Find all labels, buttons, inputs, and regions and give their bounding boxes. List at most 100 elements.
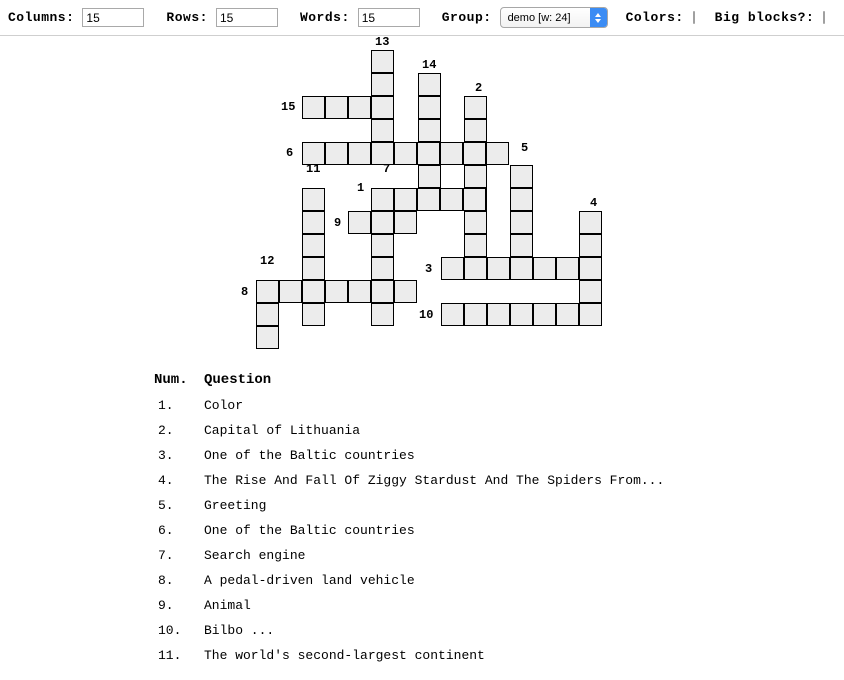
clue-row: 6. One of the Baltic countries bbox=[0, 523, 844, 548]
grid-cell[interactable] bbox=[418, 73, 441, 96]
grid-cell[interactable] bbox=[302, 257, 325, 280]
chevron-updown-icon[interactable] bbox=[589, 8, 607, 27]
grid-cell[interactable] bbox=[418, 165, 441, 188]
grid-cell[interactable] bbox=[440, 188, 463, 211]
grid-cell[interactable] bbox=[325, 280, 348, 303]
grid-cell[interactable] bbox=[394, 142, 417, 165]
grid-cell[interactable] bbox=[418, 96, 441, 119]
colors-checkbox[interactable] bbox=[692, 11, 695, 24]
grid-cell[interactable] bbox=[371, 73, 394, 96]
grid-cell[interactable] bbox=[256, 326, 279, 349]
colors-label: Colors: bbox=[625, 10, 684, 25]
clue-row: 2. Capital of Lithuania bbox=[0, 423, 844, 448]
grid-cell[interactable] bbox=[510, 257, 533, 280]
clue-number: 10. bbox=[158, 623, 182, 638]
grid-clue-number: 2 bbox=[475, 81, 483, 95]
grid-cell[interactable] bbox=[487, 303, 510, 326]
grid-cell[interactable] bbox=[348, 280, 371, 303]
grid-cell[interactable] bbox=[579, 280, 602, 303]
grid-cell[interactable] bbox=[371, 119, 394, 142]
grid-clue-number: 5 bbox=[521, 141, 529, 155]
grid-cell[interactable] bbox=[371, 234, 394, 257]
grid-cell[interactable] bbox=[371, 96, 394, 119]
group-label: Group: bbox=[441, 10, 492, 25]
grid-cell[interactable] bbox=[302, 303, 325, 326]
grid-cell[interactable] bbox=[394, 211, 417, 234]
grid-cell[interactable] bbox=[394, 188, 417, 211]
grid-cell[interactable] bbox=[510, 165, 533, 188]
settings-toolbar: Columns: Rows: Words: Group: demo [w: 24… bbox=[0, 0, 844, 36]
grid-cell[interactable] bbox=[464, 96, 487, 119]
grid-cell[interactable] bbox=[417, 188, 440, 211]
grid-clue-number: 3 bbox=[425, 262, 433, 276]
grid-cell[interactable] bbox=[464, 303, 487, 326]
grid-cell[interactable] bbox=[510, 211, 533, 234]
grid-cell[interactable] bbox=[441, 303, 464, 326]
grid-cell[interactable] bbox=[463, 142, 486, 165]
grid-cell[interactable] bbox=[464, 234, 487, 257]
grid-cell[interactable] bbox=[579, 303, 602, 326]
grid-cell[interactable] bbox=[418, 119, 441, 142]
clue-number: 6. bbox=[158, 523, 174, 538]
columns-input[interactable] bbox=[82, 8, 145, 27]
grid-clue-number: 9 bbox=[334, 216, 342, 230]
clue-number: 9. bbox=[158, 598, 174, 613]
grid-cell[interactable] bbox=[579, 234, 602, 257]
grid-clue-number: 14 bbox=[422, 58, 437, 72]
grid-cell[interactable] bbox=[348, 142, 371, 165]
grid-cell[interactable] bbox=[325, 96, 348, 119]
grid-cell[interactable] bbox=[256, 280, 279, 303]
grid-cell[interactable] bbox=[371, 257, 394, 280]
grid-cell[interactable] bbox=[440, 142, 463, 165]
grid-cell[interactable] bbox=[510, 188, 533, 211]
grid-cell[interactable] bbox=[325, 142, 348, 165]
grid-cell[interactable] bbox=[579, 257, 602, 280]
grid-cell[interactable] bbox=[464, 257, 487, 280]
grid-cell[interactable] bbox=[394, 280, 417, 303]
grid-cell[interactable] bbox=[463, 188, 486, 211]
grid-cell[interactable] bbox=[464, 211, 487, 234]
grid-cell[interactable] bbox=[464, 119, 487, 142]
grid-clue-number: 4 bbox=[590, 196, 598, 210]
grid-cell[interactable] bbox=[302, 96, 325, 119]
grid-cell[interactable] bbox=[371, 188, 394, 211]
clue-number: 4. bbox=[158, 473, 174, 488]
group-select[interactable]: demo [w: 24] bbox=[499, 7, 608, 28]
grid-cell[interactable] bbox=[371, 50, 394, 73]
grid-cell[interactable] bbox=[486, 142, 509, 165]
grid-cell[interactable] bbox=[371, 280, 394, 303]
grid-cell[interactable] bbox=[556, 257, 579, 280]
grid-cell[interactable] bbox=[464, 165, 487, 188]
grid-cell[interactable] bbox=[256, 303, 279, 326]
grid-cell[interactable] bbox=[533, 257, 556, 280]
clue-row: 4. The Rise And Fall Of Ziggy Stardust An… bbox=[0, 473, 844, 498]
grid-cell[interactable] bbox=[348, 96, 371, 119]
clue-text: Bilbo ... bbox=[204, 623, 275, 638]
grid-cell[interactable] bbox=[556, 303, 579, 326]
grid-cell[interactable] bbox=[371, 211, 394, 234]
grid-cell[interactable] bbox=[302, 280, 325, 303]
clue-list-header: Num. Question bbox=[0, 372, 844, 398]
clue-row: 5. Greeting bbox=[0, 498, 844, 523]
grid-cell[interactable] bbox=[487, 257, 510, 280]
grid-cell[interactable] bbox=[302, 234, 325, 257]
grid-cell[interactable] bbox=[348, 211, 371, 234]
grid-cell[interactable] bbox=[371, 303, 394, 326]
grid-cell[interactable] bbox=[510, 234, 533, 257]
big-blocks-checkbox[interactable] bbox=[823, 11, 826, 24]
grid-cell[interactable] bbox=[510, 303, 533, 326]
grid-cell[interactable] bbox=[417, 142, 440, 165]
grid-cell[interactable] bbox=[302, 211, 325, 234]
grid-cell[interactable] bbox=[579, 211, 602, 234]
rows-input[interactable] bbox=[215, 8, 278, 27]
grid-cell[interactable] bbox=[441, 257, 464, 280]
clue-row: 11. The world's second-largest continent bbox=[0, 648, 844, 673]
clue-number: 2. bbox=[158, 423, 174, 438]
grid-cell[interactable] bbox=[302, 188, 325, 211]
grid-cell[interactable] bbox=[279, 280, 302, 303]
words-input[interactable] bbox=[357, 8, 420, 27]
grid-clue-number: 1 bbox=[357, 181, 365, 195]
clue-text: Greeting bbox=[204, 498, 267, 513]
grid-cell[interactable] bbox=[533, 303, 556, 326]
clue-row: 3. One of the Baltic countries bbox=[0, 448, 844, 473]
